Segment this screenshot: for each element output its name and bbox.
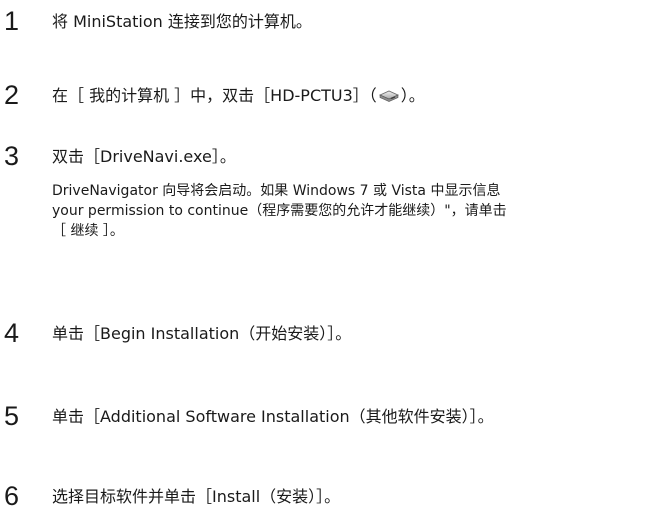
step-text: 将 MiniStation 连接到您的计算机。 <box>52 12 312 31</box>
step-number: 5 <box>4 401 20 431</box>
step-3-description: DriveNavigator 向导将会启动。如果 Windows 7 或 Vis… <box>52 181 656 241</box>
step-text: 单击［Additional Software Installation（其他软件… <box>52 407 494 426</box>
description-line: DriveNavigator 向导将会启动。如果 Windows 7 或 Vis… <box>52 183 501 199</box>
step-number: 2 <box>4 80 20 110</box>
description-line: ［ 继续 ］。 <box>52 223 124 239</box>
step-text-after-icon: ）。 <box>400 86 425 105</box>
step-text: 在［ 我的计算机 ］中，双击［HD-PCTU3］（ ）。 <box>52 86 425 106</box>
step-number: 6 <box>4 481 20 511</box>
step-text: 选择目标软件并单击［Install（安装）］。 <box>52 487 341 506</box>
drive-icon <box>378 88 400 102</box>
step-number: 4 <box>4 318 20 348</box>
step-text: 单击［Begin Installation（开始安装）］。 <box>52 324 352 343</box>
step-number: 3 <box>4 141 20 171</box>
step-text-before-icon: 在［ 我的计算机 ］中，双击［HD-PCTU3］（ <box>52 86 377 105</box>
description-line: your permission to continue（程序需要您的允许才能继续… <box>52 203 507 219</box>
step-text: 双击［DriveNavi.exe］。 <box>52 147 236 166</box>
step-number: 1 <box>4 6 20 36</box>
